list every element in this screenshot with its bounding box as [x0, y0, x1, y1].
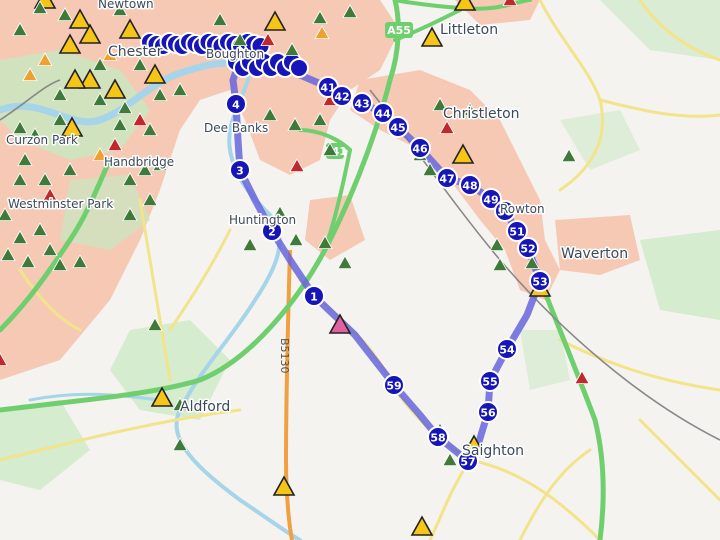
place-label-boughton: Boughton: [206, 47, 264, 61]
route-waypoint-marker[interactable]: 1: [303, 285, 325, 307]
route-waypoint-marker[interactable]: 3: [229, 159, 251, 181]
waypoint-number: 45: [390, 122, 405, 135]
waypoint-number: 4: [232, 99, 240, 112]
route-waypoint-marker[interactable]: 4: [225, 93, 247, 115]
place-label-newtown: Newtown: [98, 0, 154, 11]
road-label-a55: A55: [387, 24, 411, 37]
route-waypoint-marker[interactable]: 45: [387, 116, 409, 138]
route-waypoint-marker[interactable]: 53: [529, 270, 551, 292]
waypoint-number: 58: [430, 432, 445, 445]
route-waypoint-marker[interactable]: 58: [427, 426, 449, 448]
route-waypoint-marker[interactable]: 48: [459, 174, 481, 196]
route-waypoint-marker[interactable]: 43: [351, 92, 373, 114]
route-waypoint-marker[interactable]: 55: [479, 370, 501, 392]
place-label-westminster-park: Westminster Park: [8, 197, 113, 211]
waypoint-number: 1: [310, 291, 318, 304]
waypoint-number: 47: [439, 173, 454, 186]
route-waypoint-marker[interactable]: 46: [409, 137, 431, 159]
waypoint-number: 55: [482, 376, 497, 389]
waypoint-number: 56: [480, 407, 496, 420]
route-waypoint-marker[interactable]: 54: [496, 338, 518, 360]
route-waypoint-marker[interactable]: 47: [436, 167, 458, 189]
route-waypoint-marker[interactable]: 59: [383, 374, 405, 396]
place-label-dee-banks: Dee Banks: [204, 121, 268, 135]
map-canvas[interactable]: A55 A41 B5130 12344142434445464748495051…: [0, 0, 720, 540]
waypoint-number: 48: [462, 180, 477, 193]
place-label-aldford: Aldford: [180, 399, 230, 415]
waypoint-number: 51: [509, 226, 524, 239]
waypoint-number: 2: [268, 226, 276, 239]
route-waypoint-marker[interactable]: 56: [477, 401, 499, 423]
place-label-saighton: Saighton: [462, 443, 524, 459]
place-label-huntington: Huntington: [229, 213, 296, 227]
place-label-littleton: Littleton: [440, 22, 498, 38]
place-label-curzon-park: Curzon Park: [6, 133, 78, 147]
clustered-waypoint-marker[interactable]: [289, 58, 309, 78]
waypoint-number: 59: [386, 380, 401, 393]
waypoint-number: 3: [236, 165, 244, 178]
place-label-handbridge: Handbridge: [104, 155, 174, 169]
road-label-b5130: B5130: [278, 338, 291, 374]
place-label-chester: Chester: [108, 44, 163, 60]
map-view[interactable]: A55 A41 B5130 12344142434445464748495051…: [0, 0, 720, 540]
place-label-christleton: Christleton: [443, 106, 520, 122]
waypoint-number: 43: [354, 98, 369, 111]
waypoint-number: 44: [375, 108, 391, 121]
place-label-waverton: Waverton: [561, 246, 628, 262]
route-waypoint-marker[interactable]: 42: [331, 85, 353, 107]
route-waypoint-marker[interactable]: 52: [517, 237, 539, 259]
waypoint-number: 42: [334, 91, 349, 104]
waypoint-number: 54: [499, 344, 515, 357]
waypoint-number: 46: [412, 143, 428, 156]
waypoint-number: 53: [532, 276, 547, 289]
waypoint-number: 52: [520, 243, 535, 256]
place-label-rowton: Rowton: [500, 202, 545, 216]
